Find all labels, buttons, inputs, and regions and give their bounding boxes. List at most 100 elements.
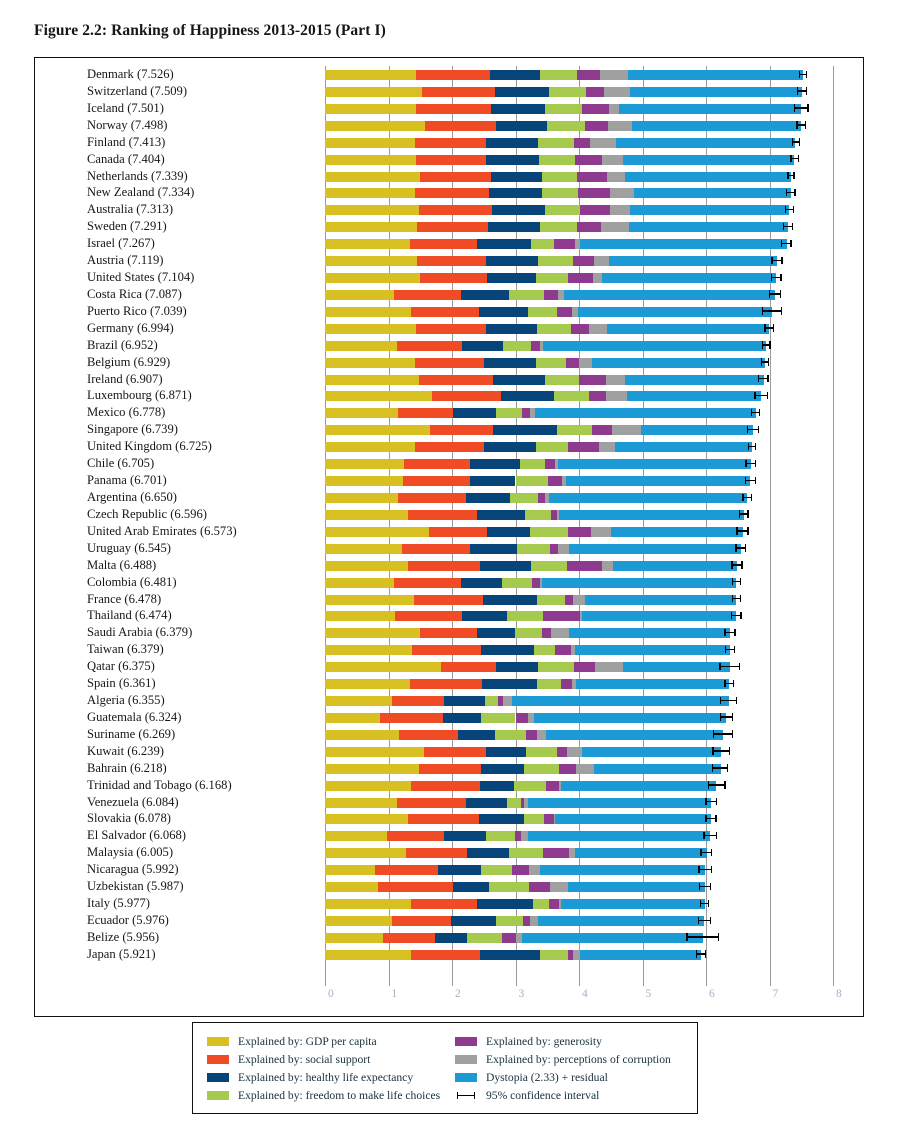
bar-segment-dystopia <box>614 442 753 453</box>
bar-segment-social <box>407 560 480 571</box>
bar-segment-gdp <box>325 256 418 267</box>
bar-segment-freedom <box>485 696 499 707</box>
country-name-score: Nicaragua (5.992) <box>87 862 179 877</box>
bar-segment-freedom <box>481 712 516 723</box>
bar-segment-gdp <box>325 814 409 825</box>
bar-segment-freedom <box>538 154 575 165</box>
confidence-interval <box>732 593 741 605</box>
country-name-score: Luxembourg (6.871) <box>87 388 192 403</box>
bar-segment-social <box>403 476 471 487</box>
legend-item-dystopia: Dystopia (2.33) + residual <box>455 1068 695 1086</box>
legend-label-generosity: Explained by: generosity <box>486 1034 602 1048</box>
bar-segment-corruption <box>520 831 529 842</box>
bar-segment-social <box>411 645 481 656</box>
confidence-interval <box>793 103 810 114</box>
bar-segment-social <box>396 340 463 351</box>
bar-segment-generosity <box>578 188 611 199</box>
bar-segment-corruption <box>602 560 613 571</box>
bar-segment-health <box>470 543 517 554</box>
bar-segment-gdp <box>325 662 441 673</box>
bar-segment-dystopia <box>578 306 773 317</box>
bar-segment-freedom <box>530 560 567 571</box>
bar-segment-generosity <box>557 306 572 317</box>
bar-segment-social <box>410 679 482 690</box>
confidence-interval <box>731 560 744 571</box>
bar-segment-social <box>411 899 478 910</box>
country-name-score: Austria (7.119) <box>87 253 164 268</box>
legend-item-gdp: Explained by: GDP per capita <box>207 1032 457 1050</box>
bar-segment-freedom <box>502 577 532 588</box>
bar-segment-generosity <box>589 391 606 402</box>
bar-segment-social <box>428 526 487 537</box>
country-name-score: Ecuador (5.976) <box>87 913 169 927</box>
bar-segment-gdp <box>325 882 378 893</box>
confidence-interval <box>796 120 807 131</box>
bar-segment-health <box>479 949 541 960</box>
bar-segment-dystopia <box>601 273 776 284</box>
bar-segment-corruption <box>589 323 607 334</box>
bar-segment-social <box>387 831 445 842</box>
bar-segment-freedom <box>486 831 515 842</box>
bar-segment-health <box>487 222 541 233</box>
country-name-score: Denmark (7.526) <box>87 67 174 81</box>
country-name-score: Brazil (6.952) <box>87 337 158 352</box>
confidence-interval <box>746 424 760 435</box>
bar-segment-social <box>424 746 486 757</box>
confidence-interval <box>798 69 808 80</box>
bar-segment-health <box>483 442 536 453</box>
bar-segment-dystopia <box>535 408 756 419</box>
bar-segment-gdp <box>325 205 419 216</box>
confidence-interval <box>730 610 742 622</box>
bar-segment-health <box>486 137 538 148</box>
bar-segment-freedom <box>507 611 543 622</box>
bar-segment-generosity <box>544 814 554 825</box>
bar-segment-freedom <box>495 916 524 926</box>
bar-segment-gdp <box>325 222 418 233</box>
legend-swatch-gdp <box>207 1036 229 1046</box>
country-name-score: Algeria (6.355) <box>87 693 165 708</box>
bar-segment-social <box>410 949 480 960</box>
bar-segment-social <box>396 797 466 808</box>
bar-segment-dystopia <box>543 340 767 351</box>
bar-segment-gdp <box>325 442 415 453</box>
bar-segment-social <box>418 763 482 774</box>
bar-segment-corruption <box>607 120 632 131</box>
confidence-interval <box>768 289 781 300</box>
bar-segment-health <box>480 645 534 656</box>
bar-segment-dystopia <box>564 289 776 300</box>
x-tick-2: 2 <box>455 988 461 1000</box>
country-name-score: Colombia (6.481) <box>87 574 177 589</box>
bar-segment-freedom <box>508 848 544 859</box>
country-name-score: Bahrain (6.218) <box>87 760 167 775</box>
confidence-interval <box>796 86 808 97</box>
bar-segment-freedom <box>533 645 555 656</box>
bar-segment-generosity <box>556 746 567 757</box>
bar-segment-social <box>418 374 494 385</box>
legend-item-corruption: Explained by: perceptions of corruption <box>455 1050 695 1068</box>
bar-segment-generosity <box>566 357 579 368</box>
bar-segment-generosity <box>530 340 540 351</box>
bar-segment-dystopia <box>627 391 762 402</box>
bar-segment-health <box>481 679 538 690</box>
country-name-score: Germany (6.994) <box>87 320 174 335</box>
bar-segment-health <box>444 831 487 842</box>
bar-segment-gdp <box>325 509 409 520</box>
confidence-interval <box>771 255 784 266</box>
bar-segment-social <box>398 493 466 503</box>
bar-segment-health <box>490 171 543 182</box>
bar-segment-generosity <box>515 712 529 723</box>
bar-segment-social <box>429 425 493 436</box>
bar-segment-gdp <box>325 865 376 876</box>
bar-segment-generosity <box>567 442 599 453</box>
bar-segment-social <box>410 239 477 250</box>
legend-label-ci: 95% confidence interval <box>486 1088 600 1102</box>
legend-label-dystopia: Dystopia (2.33) + residual <box>486 1070 608 1084</box>
bar-segment-social <box>398 729 458 740</box>
bar-segment-generosity <box>560 679 572 690</box>
bar-segment-generosity <box>523 916 531 926</box>
country-name-score: Saudi Arabia (6.379) <box>87 625 193 640</box>
country-name-score: Belgium (6.929) <box>87 354 171 369</box>
country-name-score: Sweden (7.291) <box>87 219 167 234</box>
confidence-interval <box>724 678 734 689</box>
bar-segment-dystopia <box>558 459 752 470</box>
